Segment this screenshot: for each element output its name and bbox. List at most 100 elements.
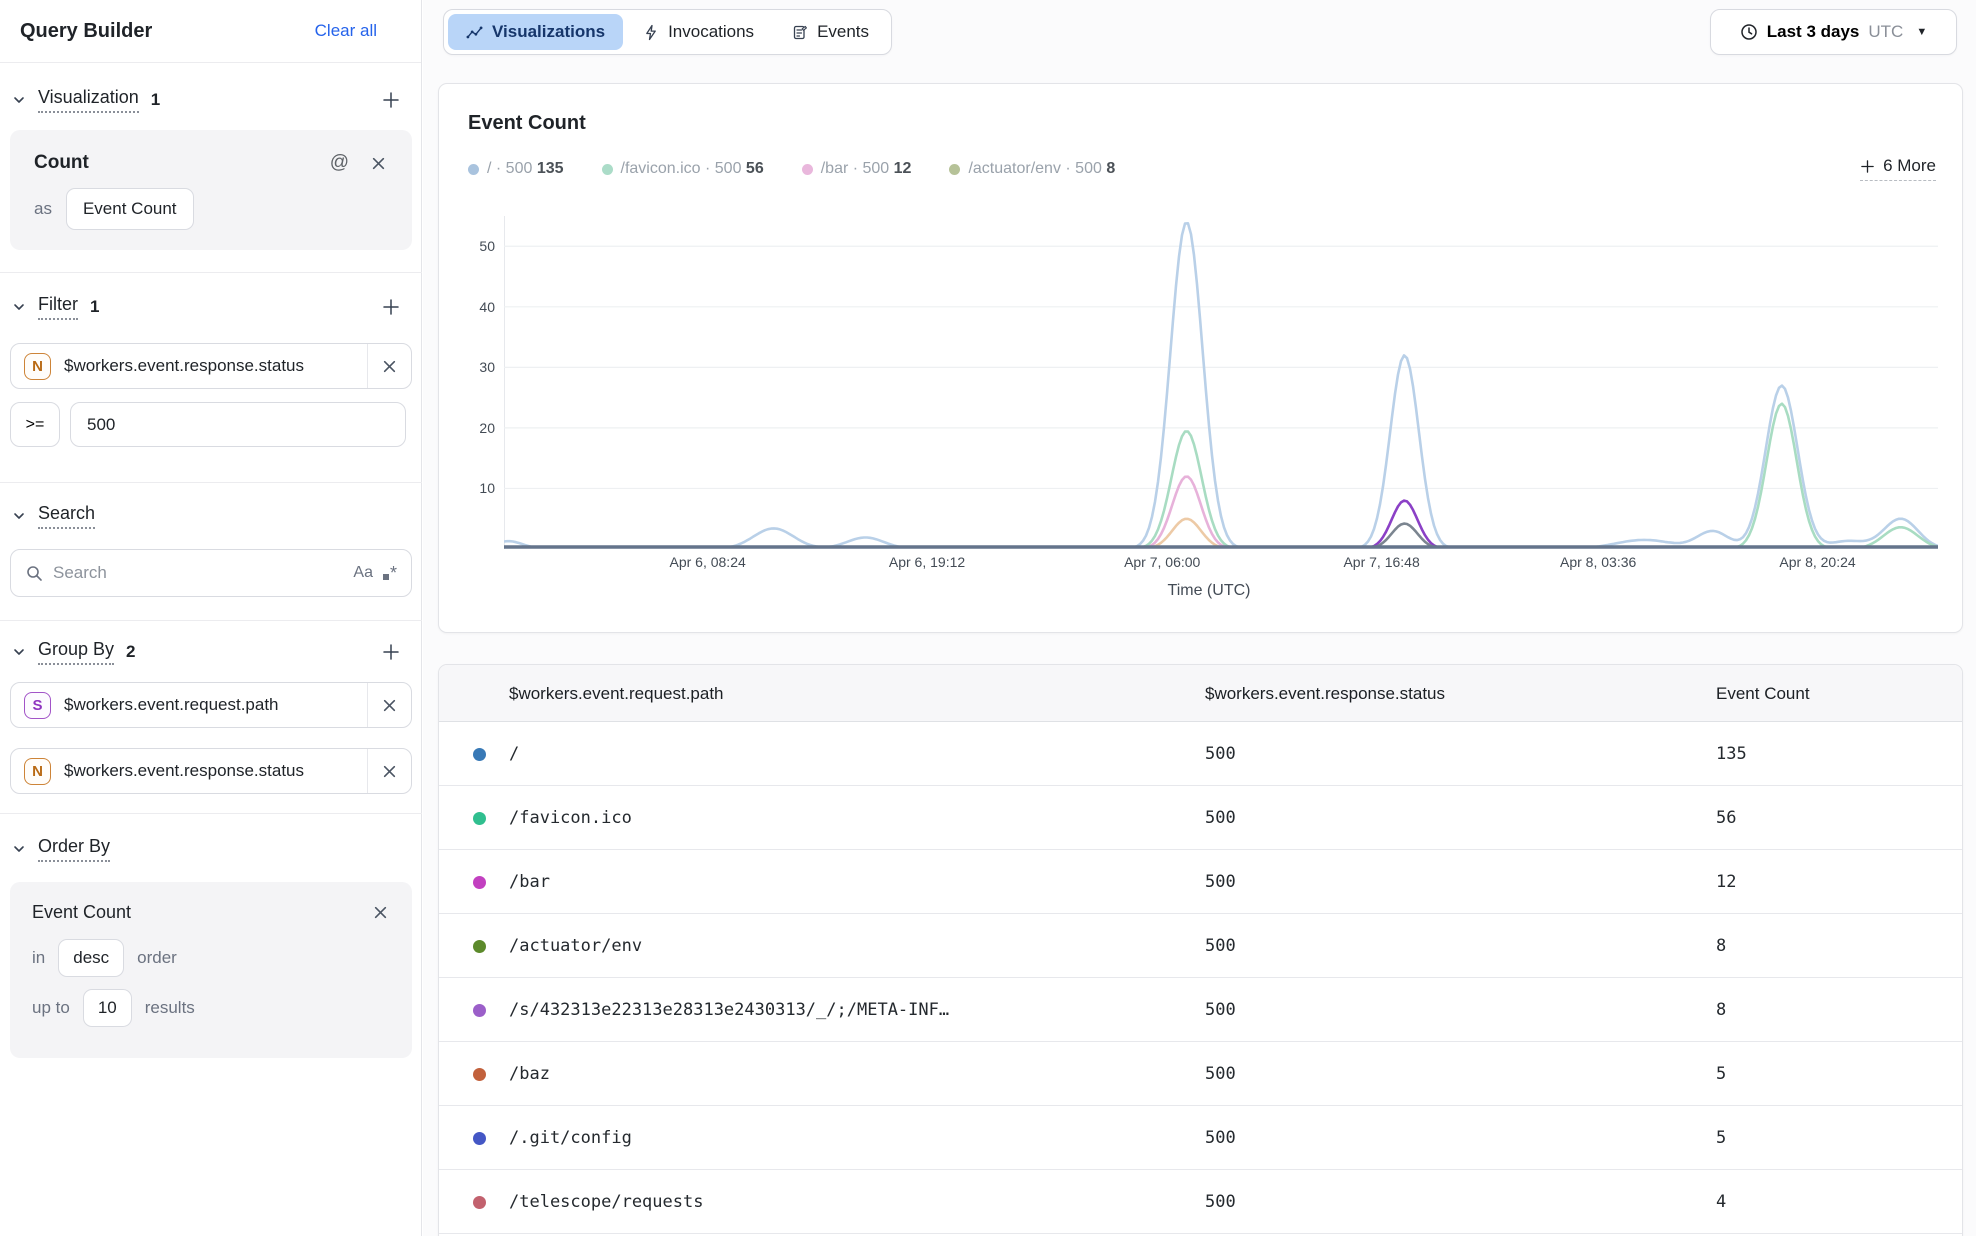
time-zone-label: UTC	[1868, 22, 1903, 42]
path-cell: /s/432313e22313e28313e2430313/_/;/META-I…	[509, 978, 949, 1042]
chevron-down-icon[interactable]	[10, 91, 28, 109]
search-icon	[25, 564, 43, 582]
lightning-icon	[643, 24, 659, 41]
remove-group-by-button[interactable]	[367, 749, 411, 793]
series-color-dot-icon	[473, 812, 486, 825]
chart-plot-area[interactable]	[504, 216, 1938, 549]
x-tick-label: Apr 6, 08:24	[669, 554, 745, 570]
order-by-field: Event Count	[32, 902, 131, 923]
legend-label: /favicon.ico · 500 56	[621, 160, 764, 178]
y-tick-label: 40	[447, 299, 495, 315]
regex-icon[interactable]: *	[383, 564, 397, 582]
query-builder-sidebar: Query Builder Clear all Visualization 1 …	[0, 0, 422, 1236]
table-row: /baz5005	[439, 1042, 1962, 1106]
in-label: in	[32, 948, 45, 968]
match-case-icon[interactable]: Aa	[353, 564, 373, 582]
filter-value-input[interactable]	[70, 402, 406, 447]
up-to-label: up to	[32, 998, 70, 1018]
numeric-field-icon: N	[24, 353, 51, 380]
status-cell: 500	[1205, 786, 1236, 850]
column-header-status: $workers.event.response.status	[1205, 665, 1445, 722]
order-label: order	[137, 948, 177, 968]
legend-item[interactable]: /actuator/env · 500 8	[949, 160, 1115, 178]
count-cell: 5	[1716, 1042, 1726, 1106]
count-cell: 8	[1716, 978, 1726, 1042]
add-visualization-button[interactable]	[380, 89, 402, 111]
y-tick-label: 30	[447, 359, 495, 375]
filter-field-pill[interactable]: N $workers.event.response.status	[10, 343, 412, 389]
series-color-dot-icon	[473, 940, 486, 953]
tab-label: Events	[817, 22, 869, 42]
x-axis-title: Time (UTC)	[1168, 582, 1251, 600]
event-note-icon	[792, 24, 808, 41]
series-color-dot-icon	[473, 748, 486, 761]
path-cell: /bar	[509, 850, 550, 914]
visualization-alias-button[interactable]: Event Count	[66, 188, 194, 230]
y-tick-label: 10	[447, 480, 495, 496]
plus-icon	[1860, 159, 1875, 174]
chart-series-line	[504, 404, 1938, 547]
visualization-card: Count @ as Event Count	[10, 130, 412, 250]
group-by-section-label: Group By	[38, 639, 114, 665]
table-header: $workers.event.request.path $workers.eve…	[439, 665, 1962, 722]
legend-dot-icon	[802, 164, 813, 175]
group-by-field-name: $workers.event.response.status	[64, 761, 304, 781]
section-divider	[0, 482, 422, 483]
add-group-by-button[interactable]	[380, 641, 402, 663]
filter-section-header: Filter 1	[0, 287, 422, 327]
path-cell: /	[509, 722, 519, 786]
chevron-down-icon[interactable]	[10, 507, 28, 525]
tab-visualizations[interactable]: Visualizations	[448, 14, 623, 50]
tab-invocations[interactable]: Invocations	[625, 14, 772, 50]
add-filter-button[interactable]	[380, 296, 402, 318]
series-color-dot-icon	[473, 1068, 486, 1081]
table-row: /bar50012	[439, 850, 1962, 914]
order-direction-button[interactable]: desc	[58, 939, 124, 977]
legend-item[interactable]: / · 500 135	[468, 160, 564, 178]
clock-icon	[1740, 23, 1758, 41]
status-cell: 500	[1205, 850, 1236, 914]
clear-all-button[interactable]: Clear all	[315, 21, 377, 41]
legend-dot-icon	[468, 164, 479, 175]
status-cell: 500	[1205, 978, 1236, 1042]
table-row: /s/432313e22313e28313e2430313/_/;/META-I…	[439, 978, 1962, 1042]
remove-group-by-button[interactable]	[367, 683, 411, 727]
remove-filter-button[interactable]	[367, 344, 411, 388]
legend-item[interactable]: /favicon.ico · 500 56	[602, 160, 764, 178]
order-by-section-header: Order By	[0, 829, 422, 869]
remove-order-by-button[interactable]	[371, 903, 390, 922]
caret-down-icon: ▼	[1916, 26, 1927, 38]
chevron-down-icon[interactable]	[10, 840, 28, 858]
time-range-selector[interactable]: Last 3 days UTC ▼	[1710, 9, 1957, 55]
chevron-down-icon[interactable]	[10, 643, 28, 661]
group-by-field-pill[interactable]: N $workers.event.response.status	[10, 748, 412, 794]
series-color-dot-icon	[473, 1196, 486, 1209]
sidebar-header: Query Builder Clear all	[0, 0, 421, 63]
table-row: /telescope/requests5004	[439, 1170, 1962, 1234]
group-by-field-pill[interactable]: S $workers.event.request.path	[10, 682, 412, 728]
series-color-dot-icon	[473, 1132, 486, 1145]
result-limit-button[interactable]: 10	[83, 989, 132, 1027]
column-header-path: $workers.event.request.path	[509, 665, 724, 722]
legend-dot-icon	[602, 164, 613, 175]
group-by-field-name: $workers.event.request.path	[64, 695, 279, 715]
visualization-count: 1	[151, 90, 160, 110]
alias-at-icon[interactable]: @	[328, 150, 351, 176]
chevron-down-icon[interactable]	[10, 298, 28, 316]
time-range-label: Last 3 days	[1767, 22, 1860, 42]
chart-card: Event Count / · 500 135/favicon.ico · 50…	[438, 83, 1963, 633]
visualization-section-label: Visualization	[38, 87, 139, 113]
string-field-icon: S	[24, 692, 51, 719]
page: Query Builder Clear all Visualization 1 …	[0, 0, 1976, 1236]
remove-visualization-button[interactable]	[369, 154, 388, 173]
more-label: 6 More	[1883, 156, 1936, 176]
legend-more-button[interactable]: 6 More	[1860, 156, 1936, 181]
chart-title: Event Count	[468, 112, 586, 135]
table-row: /favicon.ico50056	[439, 786, 1962, 850]
legend-item[interactable]: /bar · 500 12	[802, 160, 912, 178]
filter-operator-button[interactable]: >=	[10, 402, 60, 447]
search-input[interactable]	[53, 563, 343, 583]
tab-events[interactable]: Events	[774, 14, 887, 50]
search-section-label: Search	[38, 503, 95, 529]
filter-count: 1	[90, 297, 99, 317]
